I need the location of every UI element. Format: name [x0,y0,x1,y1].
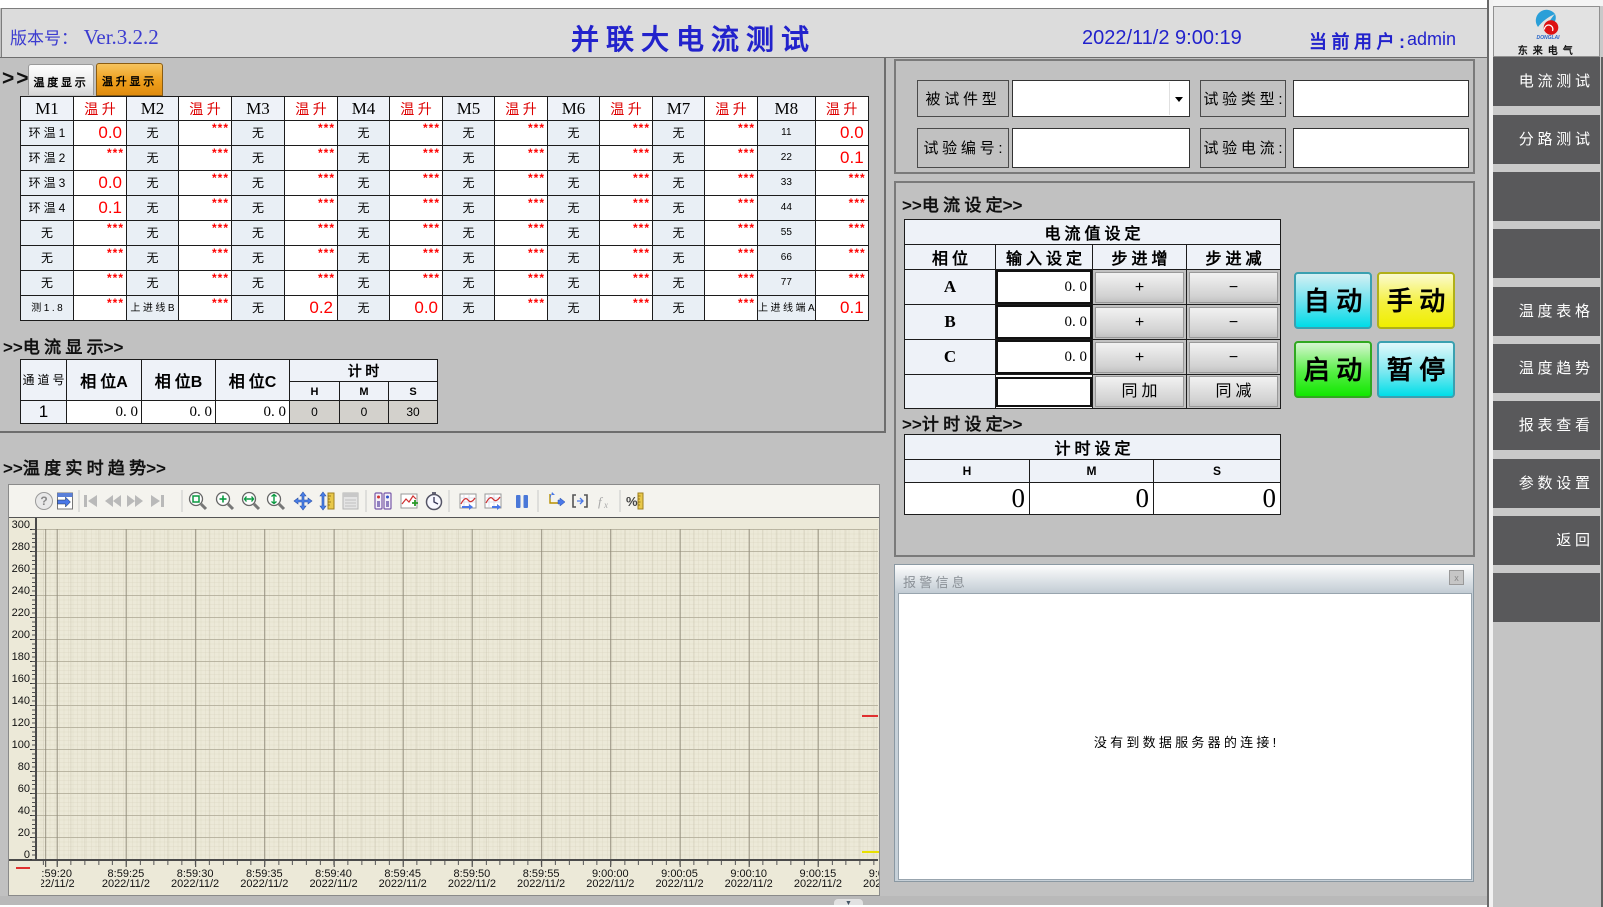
svg-text:DONGLAI: DONGLAI [1536,35,1560,41]
svg-text:?: ? [40,494,47,508]
svg-text:%: % [626,494,638,509]
svg-text:x: x [603,500,608,510]
